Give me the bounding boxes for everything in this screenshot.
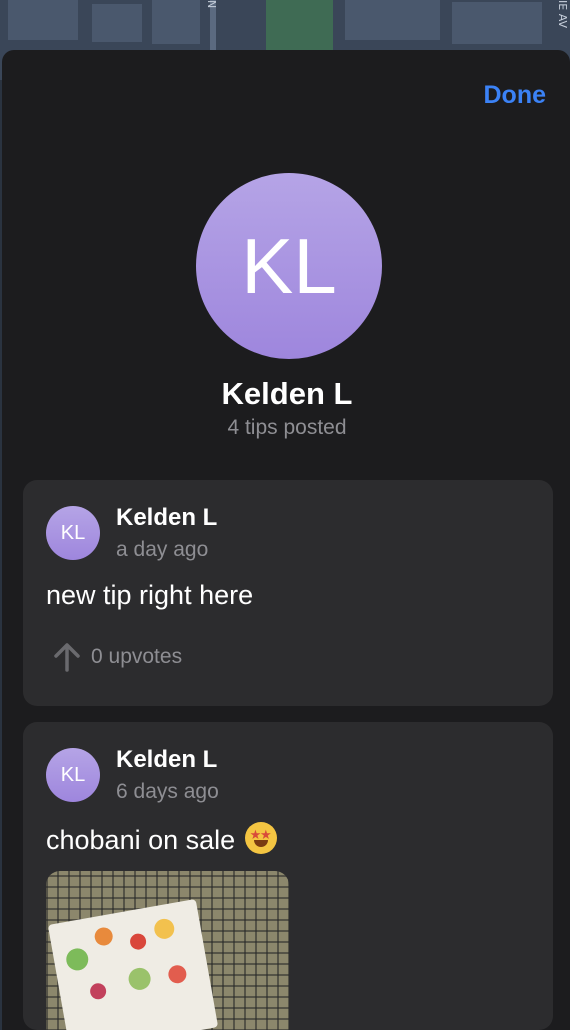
yogurt-box-image [47,898,219,1030]
tips-posted-count: 4 tips posted [227,416,347,439]
profile-avatar: KL [196,173,382,359]
fruit-graphic [128,932,148,951]
arrow-up-icon [54,643,80,672]
map-block [8,0,78,40]
author-avatar: KL [46,748,100,802]
tip-photo[interactable] [46,871,289,1030]
tip-text: chobani on sale [46,825,236,855]
fruit-graphic [166,963,188,985]
street-label: N [205,0,218,9]
done-button[interactable]: Done [484,81,547,110]
tip-timestamp: 6 days ago [116,780,219,803]
map-block [152,0,200,44]
fruit-graphic [93,926,115,947]
tip-text: new tip right here [46,580,254,610]
author-name: Kelden L [116,504,218,531]
profile-sheet: Done KL Kelden L 4 tips posted KL Kelden… [2,50,570,1030]
upvote-button[interactable]: 0 upvotes [53,642,182,672]
fruit-graphic [88,982,108,1001]
profile-name: Kelden L [221,376,353,411]
tip-card[interactable]: KL Kelden L 6 days ago chobani on sale [23,722,553,1030]
star-struck-emoji-icon [244,822,277,854]
map-block [452,2,542,44]
fruit-graphic [126,966,153,992]
author-avatar: KL [46,506,100,560]
fruit-graphic [64,946,91,973]
tip-text-row: chobani on sale [46,822,277,856]
map-block [92,4,142,42]
fruit-graphic [152,917,176,941]
map-block [345,0,440,40]
tip-card[interactable]: KL Kelden L a day ago new tip right here… [23,480,553,706]
street-label: IE AV [556,0,569,29]
tip-timestamp: a day ago [116,538,209,561]
author-name: Kelden L [116,746,218,773]
upvote-count: 0 upvotes [91,645,183,668]
